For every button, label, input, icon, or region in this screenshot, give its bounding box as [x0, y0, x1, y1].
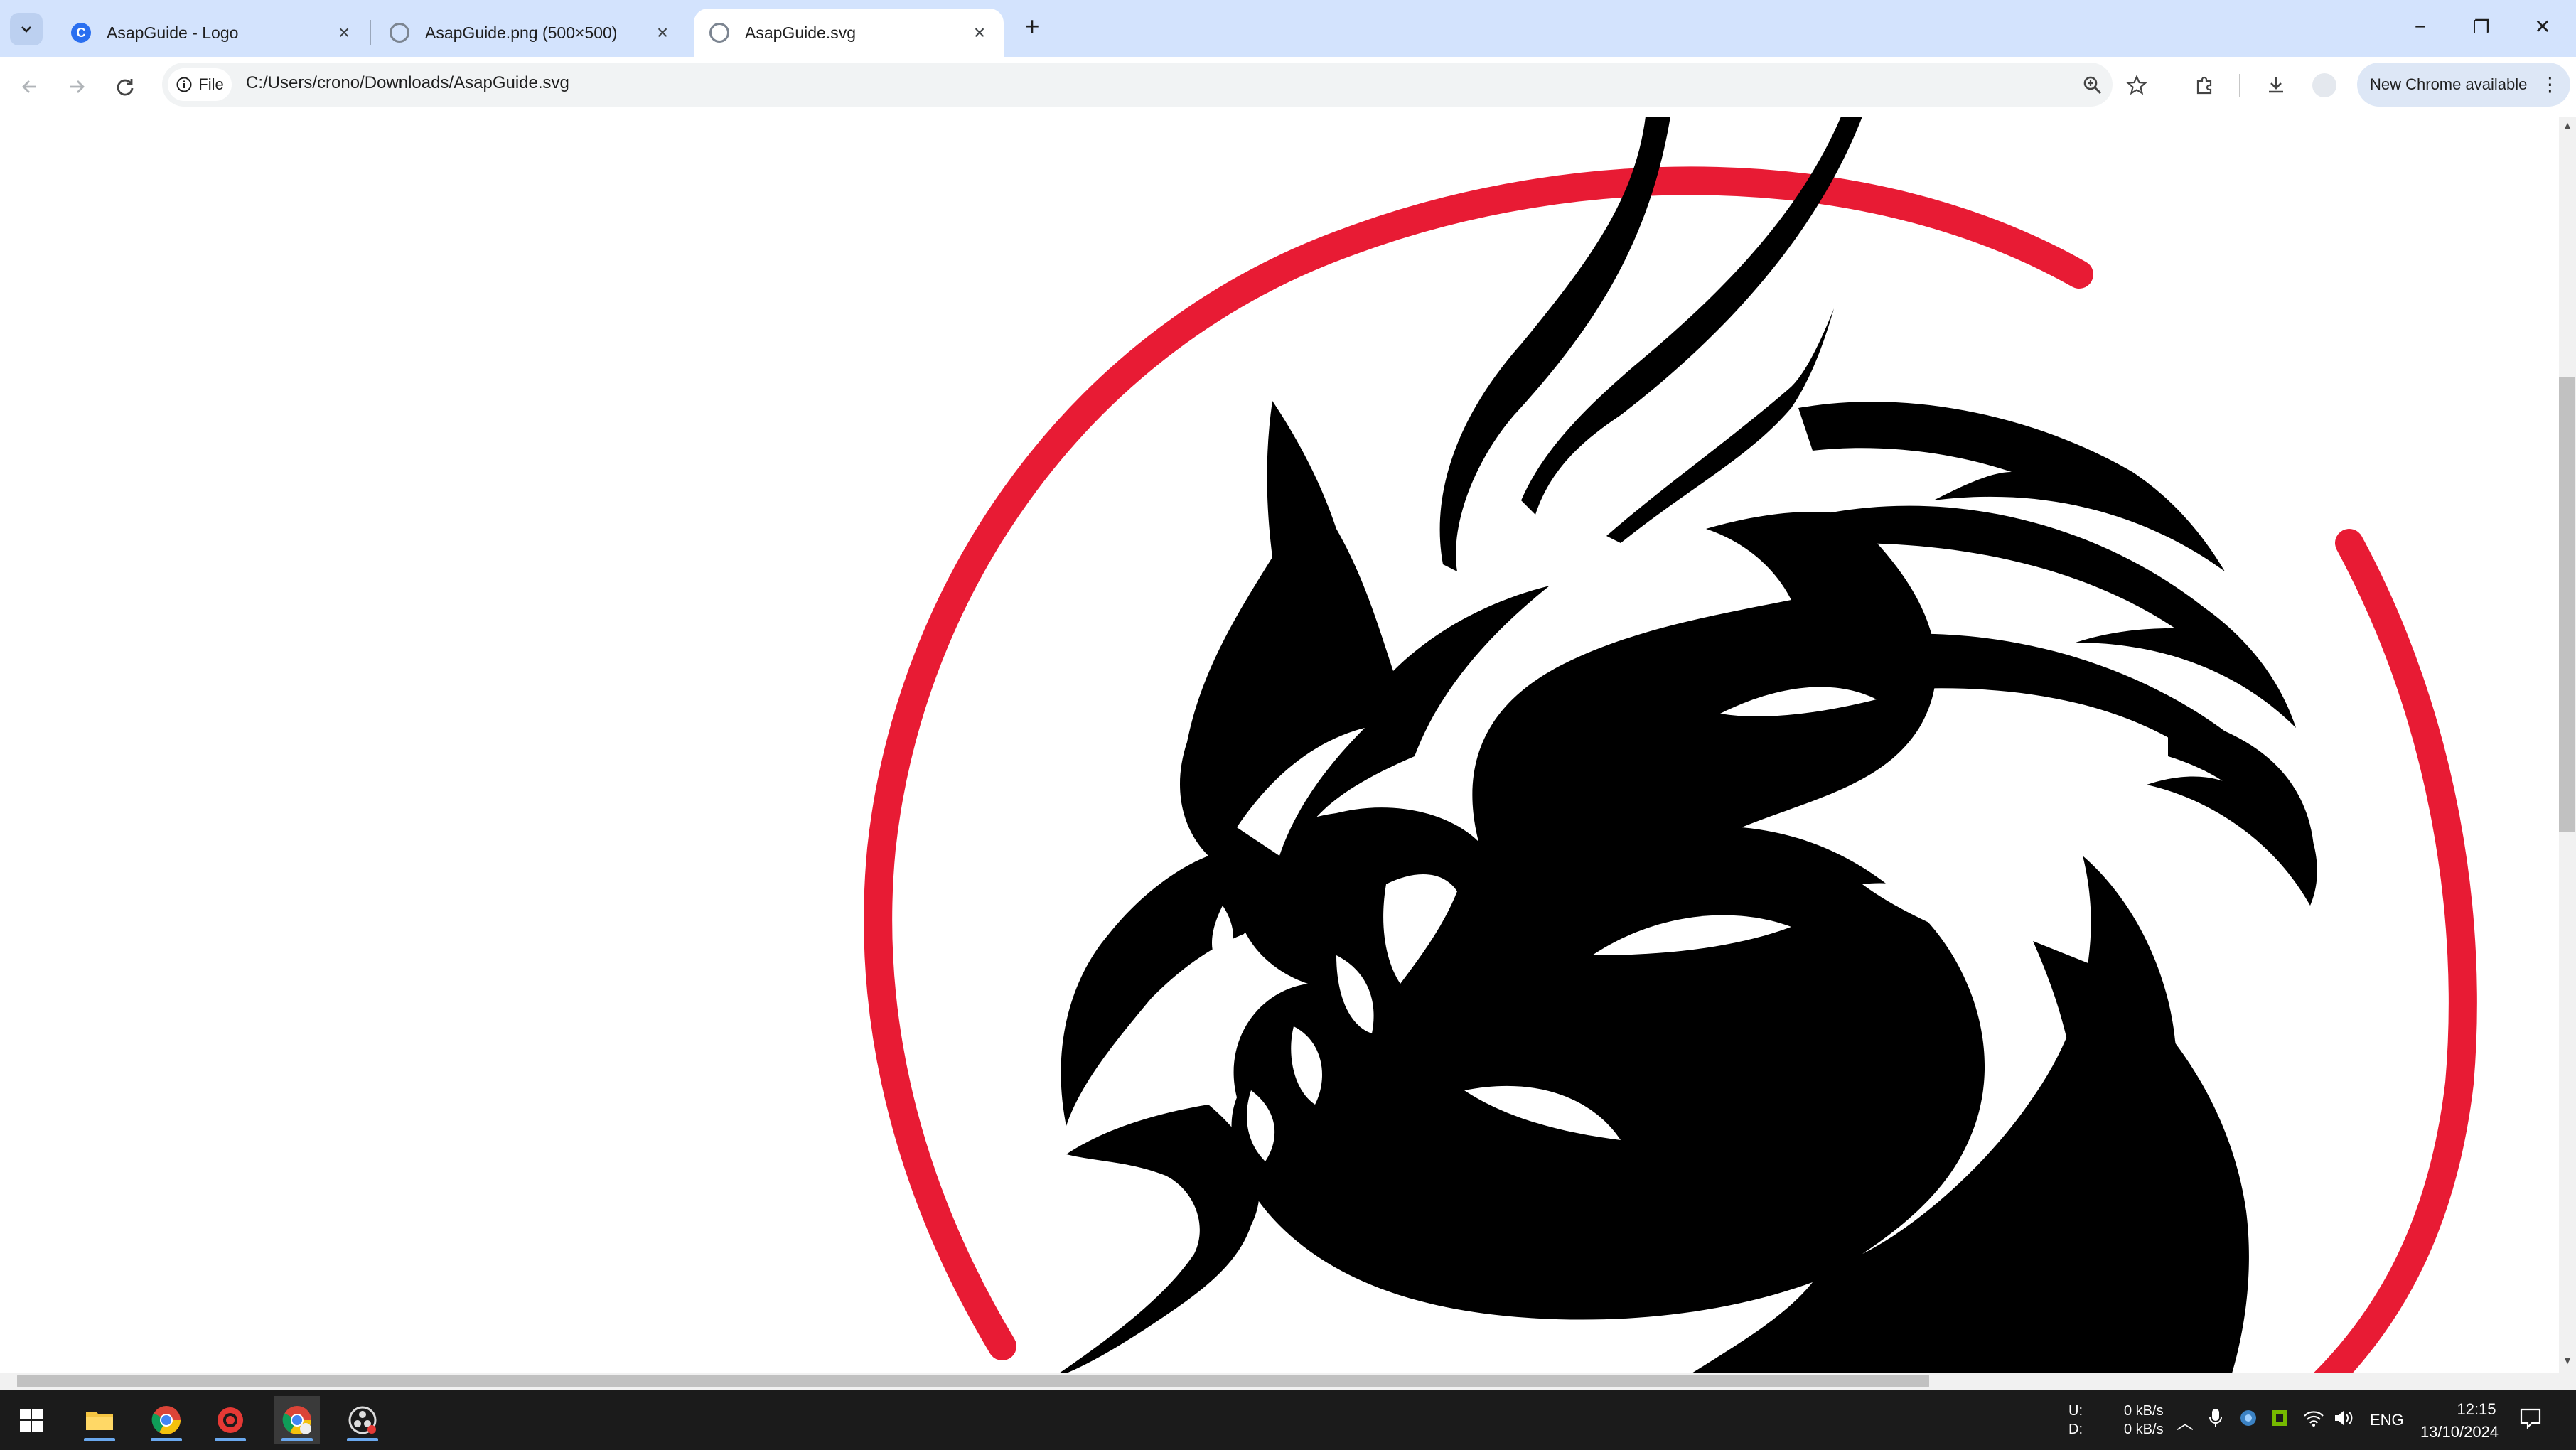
new-chrome-available-button[interactable]: New Chrome available ⋮	[2357, 63, 2570, 107]
network-down-value: 0 kB/s	[2124, 1422, 2164, 1437]
downloads-button[interactable]	[2260, 70, 2292, 101]
network-down-label: D:	[2068, 1422, 2083, 1437]
clock-time[interactable]: 12:15	[2441, 1400, 2512, 1419]
scroll-down-arrow-icon[interactable]: ▼	[2560, 1355, 2575, 1369]
notification-center-icon[interactable]	[2519, 1407, 2542, 1433]
taskbar-obs[interactable]	[340, 1396, 385, 1444]
tab-asapguide-logo[interactable]: C AsapGuide - Logo ×	[55, 9, 368, 57]
record-icon	[218, 1407, 243, 1433]
dragon-logo	[864, 117, 2477, 1373]
chrome-icon	[151, 1406, 181, 1434]
zoom-icon	[2083, 76, 2102, 95]
tab-title: AsapGuide.png (500×500)	[425, 23, 618, 42]
restore-button[interactable]: ❐	[2464, 10, 2499, 44]
site-info-label: File	[198, 75, 224, 93]
close-tab-icon[interactable]: ×	[331, 21, 357, 44]
reload-button[interactable]	[109, 71, 141, 102]
windows-logo-icon	[20, 1409, 43, 1432]
globe-icon	[709, 23, 729, 43]
show-hidden-icons-chevron-up-icon[interactable]: ︿	[2177, 1409, 2194, 1434]
tab-title: AsapGuide - Logo	[107, 23, 239, 42]
url-text[interactable]: C:/Users/crono/Downloads/AsapGuide.svg	[246, 73, 569, 93]
forward-button[interactable]	[61, 71, 92, 102]
dragon-silhouette	[1059, 117, 2317, 1373]
chevron-down-icon	[21, 26, 31, 33]
vertical-scrollbar-thumb[interactable]	[2559, 377, 2575, 832]
tab-asapguide-svg[interactable]: AsapGuide.svg ×	[694, 9, 1004, 57]
zoom-button[interactable]	[2077, 70, 2108, 101]
horizontal-scrollbar-thumb[interactable]	[17, 1375, 1929, 1387]
folder-icon	[86, 1412, 113, 1430]
update-label: New Chrome available	[2370, 75, 2528, 93]
active-indicator	[347, 1438, 378, 1441]
active-indicator	[84, 1438, 115, 1441]
clock-date[interactable]: 13/10/2024	[2417, 1423, 2502, 1441]
download-icon	[2269, 77, 2283, 93]
bookmark-button[interactable]	[2121, 70, 2152, 101]
minimize-button[interactable]: −	[2403, 10, 2438, 44]
puzzle-icon	[2196, 76, 2212, 95]
microphone-icon[interactable]	[2208, 1407, 2223, 1433]
taskbar-chrome-active[interactable]	[274, 1396, 320, 1444]
volume-icon[interactable]	[2333, 1409, 2354, 1432]
reload-icon	[117, 79, 134, 96]
close-tab-icon[interactable]: ×	[650, 21, 675, 44]
active-indicator	[215, 1438, 246, 1441]
close-window-button[interactable]: ✕	[2525, 10, 2560, 44]
svg-viewer-content	[0, 117, 2559, 1373]
close-tab-icon[interactable]: ×	[967, 21, 992, 44]
back-button[interactable]	[14, 71, 45, 102]
active-indicator	[151, 1438, 182, 1441]
taskbar-file-explorer[interactable]	[77, 1396, 122, 1444]
tab-search-button[interactable]	[10, 13, 43, 45]
info-icon	[176, 77, 192, 92]
obs-icon	[348, 1406, 377, 1434]
extensions-button[interactable]	[2189, 70, 2221, 101]
new-tab-button[interactable]: +	[1015, 10, 1049, 44]
wifi-icon[interactable]	[2303, 1409, 2324, 1432]
taskbar-screen-recorder[interactable]	[208, 1396, 253, 1444]
globe-icon	[390, 23, 409, 43]
tab-asapguide-png[interactable]: AsapGuide.png (500×500) ×	[374, 9, 687, 57]
tab-title: AsapGuide.svg	[745, 23, 856, 42]
site-favicon-icon: C	[71, 23, 91, 43]
nvidia-tray-icon[interactable]	[2270, 1409, 2289, 1432]
star-icon	[2126, 75, 2147, 95]
avatar	[2312, 73, 2336, 97]
toolbar-divider	[2239, 74, 2240, 97]
active-indicator	[281, 1438, 313, 1441]
more-menu-icon[interactable]: ⋮	[2540, 75, 2560, 95]
language-indicator[interactable]: ENG	[2370, 1411, 2404, 1429]
arrow-right-icon	[70, 80, 85, 93]
network-up-value: 0 kB/s	[2124, 1403, 2164, 1419]
site-info-chip[interactable]: File	[168, 68, 232, 101]
tab-separator	[370, 20, 371, 45]
arrow-left-icon	[22, 80, 36, 93]
network-up-label: U:	[2068, 1403, 2083, 1419]
start-button[interactable]	[9, 1396, 54, 1444]
scroll-up-arrow-icon[interactable]: ▲	[2560, 119, 2575, 134]
chrome-icon	[282, 1406, 311, 1434]
taskbar-chrome[interactable]	[144, 1396, 189, 1444]
red-ring-right-arc	[2313, 529, 2477, 1373]
app-tray-icon[interactable]	[2239, 1409, 2258, 1432]
profile-button[interactable]	[2309, 70, 2340, 101]
